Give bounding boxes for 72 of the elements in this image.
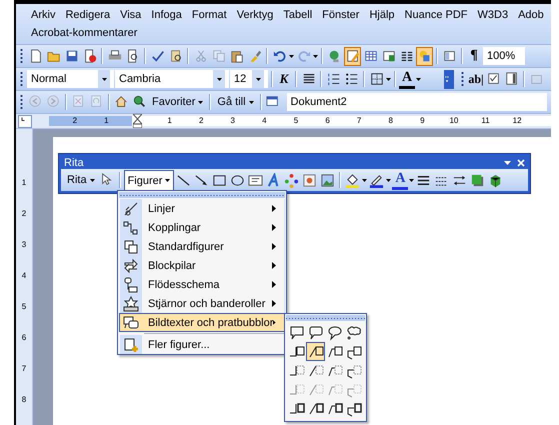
font-dropdown[interactable]: Cambria: [115, 70, 229, 88]
bold-button[interactable]: K: [276, 70, 292, 88]
menu-item[interactable]: Infoga: [146, 7, 187, 23]
menu-item[interactable]: Stjärnor och banderoller: [119, 294, 285, 313]
lines-icon: [123, 200, 139, 216]
pencil-table-icon[interactable]: [344, 46, 361, 66]
caret-icon: [386, 78, 391, 80]
menu-item[interactable]: Bildtexter och pratbubblor: [119, 313, 285, 332]
draw-menu[interactable]: Rita: [64, 170, 98, 190]
menu-item[interactable]: Adob: [513, 7, 549, 23]
submenu-arrow-icon: [272, 300, 276, 307]
menu-item[interactable]: Nuance PDF: [400, 7, 473, 23]
address-field[interactable]: Dokument2: [286, 93, 547, 111]
menu-item[interactable]: W3D3: [472, 7, 514, 23]
favorites-menu[interactable]: Favoriter: [149, 92, 206, 112]
more-shapes-icon: [123, 336, 139, 352]
callout-icon: [123, 314, 139, 330]
menu-item[interactable]: Verktyg: [232, 7, 278, 23]
caret-icon: [165, 179, 170, 182]
go-menu[interactable]: Gå till: [214, 92, 257, 112]
dropdown-caret-icon: [313, 54, 318, 58]
menu-item[interactable]: Blockpilar: [119, 256, 285, 275]
basic-shapes-icon: [123, 238, 139, 254]
submenu-arrow-icon: [272, 281, 276, 288]
menu-item[interactable]: Linjer: [119, 199, 285, 218]
toolbar-options-icon[interactable]: [444, 70, 454, 88]
zoom-field[interactable]: 100%: [483, 47, 525, 65]
submenu-arrow-icon: [272, 243, 276, 250]
text-form-field-button[interactable]: ab|: [468, 70, 484, 88]
menu-item[interactable]: Fönster: [317, 7, 364, 23]
caret-icon: [198, 100, 204, 104]
menu-item[interactable]: Redigera: [60, 7, 116, 23]
callout-shape-icon[interactable]: [306, 342, 325, 361]
connectors-icon: [123, 220, 139, 236]
font-size-dropdown[interactable]: 12: [230, 70, 268, 88]
caret-icon: [409, 178, 414, 182]
menu-item[interactable]: Hjälp: [364, 7, 400, 23]
caret-icon: [102, 78, 106, 80]
menu-item[interactable]: Format: [186, 7, 232, 23]
options-caret-icon[interactable]: [504, 160, 511, 164]
submenu-arrow-icon: [272, 262, 276, 269]
horizontal-ruler: 2 1 1 2 3 4 5 6 7 8 9 10 11 12: [49, 116, 551, 126]
vertical-ruler: 1 2 3 4 5 6 7 8: [16, 129, 33, 425]
caret-icon: [256, 78, 260, 80]
menu-item[interactable]: Tabell: [278, 7, 318, 23]
tab-selector[interactable]: [18, 114, 32, 128]
caret-icon: [386, 178, 392, 182]
close-icon[interactable]: [517, 158, 525, 166]
font-color-button[interactable]: A: [392, 170, 408, 190]
menu-item[interactable]: Flödesschema: [119, 275, 285, 294]
menu-item[interactable]: Acrobat-kommentarer: [26, 25, 142, 41]
toolbar-title: Rita: [64, 156, 84, 168]
submenu-arrow-icon: [272, 224, 276, 231]
menu-item[interactable]: Arkiv: [26, 7, 60, 23]
style-dropdown[interactable]: Normal: [27, 70, 114, 88]
caret-icon: [416, 78, 421, 80]
block-arrows-icon: [123, 258, 139, 274]
menu-item[interactable]: Kopplingar: [119, 218, 285, 237]
show-formatting-button[interactable]: ¶: [466, 46, 482, 66]
star-banner-icon: [123, 296, 139, 312]
indent-marker-icon[interactable]: [133, 114, 142, 128]
caret-icon: [216, 78, 222, 80]
submenu-arrow-icon: [273, 319, 276, 326]
menu-item[interactable]: Standardfigurer: [119, 237, 285, 256]
flowchart-icon: [123, 276, 139, 292]
autoshapes-menu[interactable]: Figurer: [124, 170, 174, 190]
caret-icon: [248, 100, 254, 104]
caret-icon: [362, 178, 368, 182]
dropdown-caret-icon: [289, 54, 294, 58]
menu-item[interactable]: Visa: [115, 7, 146, 23]
submenu-arrow-icon: [272, 205, 276, 212]
caret-icon: [90, 178, 95, 182]
